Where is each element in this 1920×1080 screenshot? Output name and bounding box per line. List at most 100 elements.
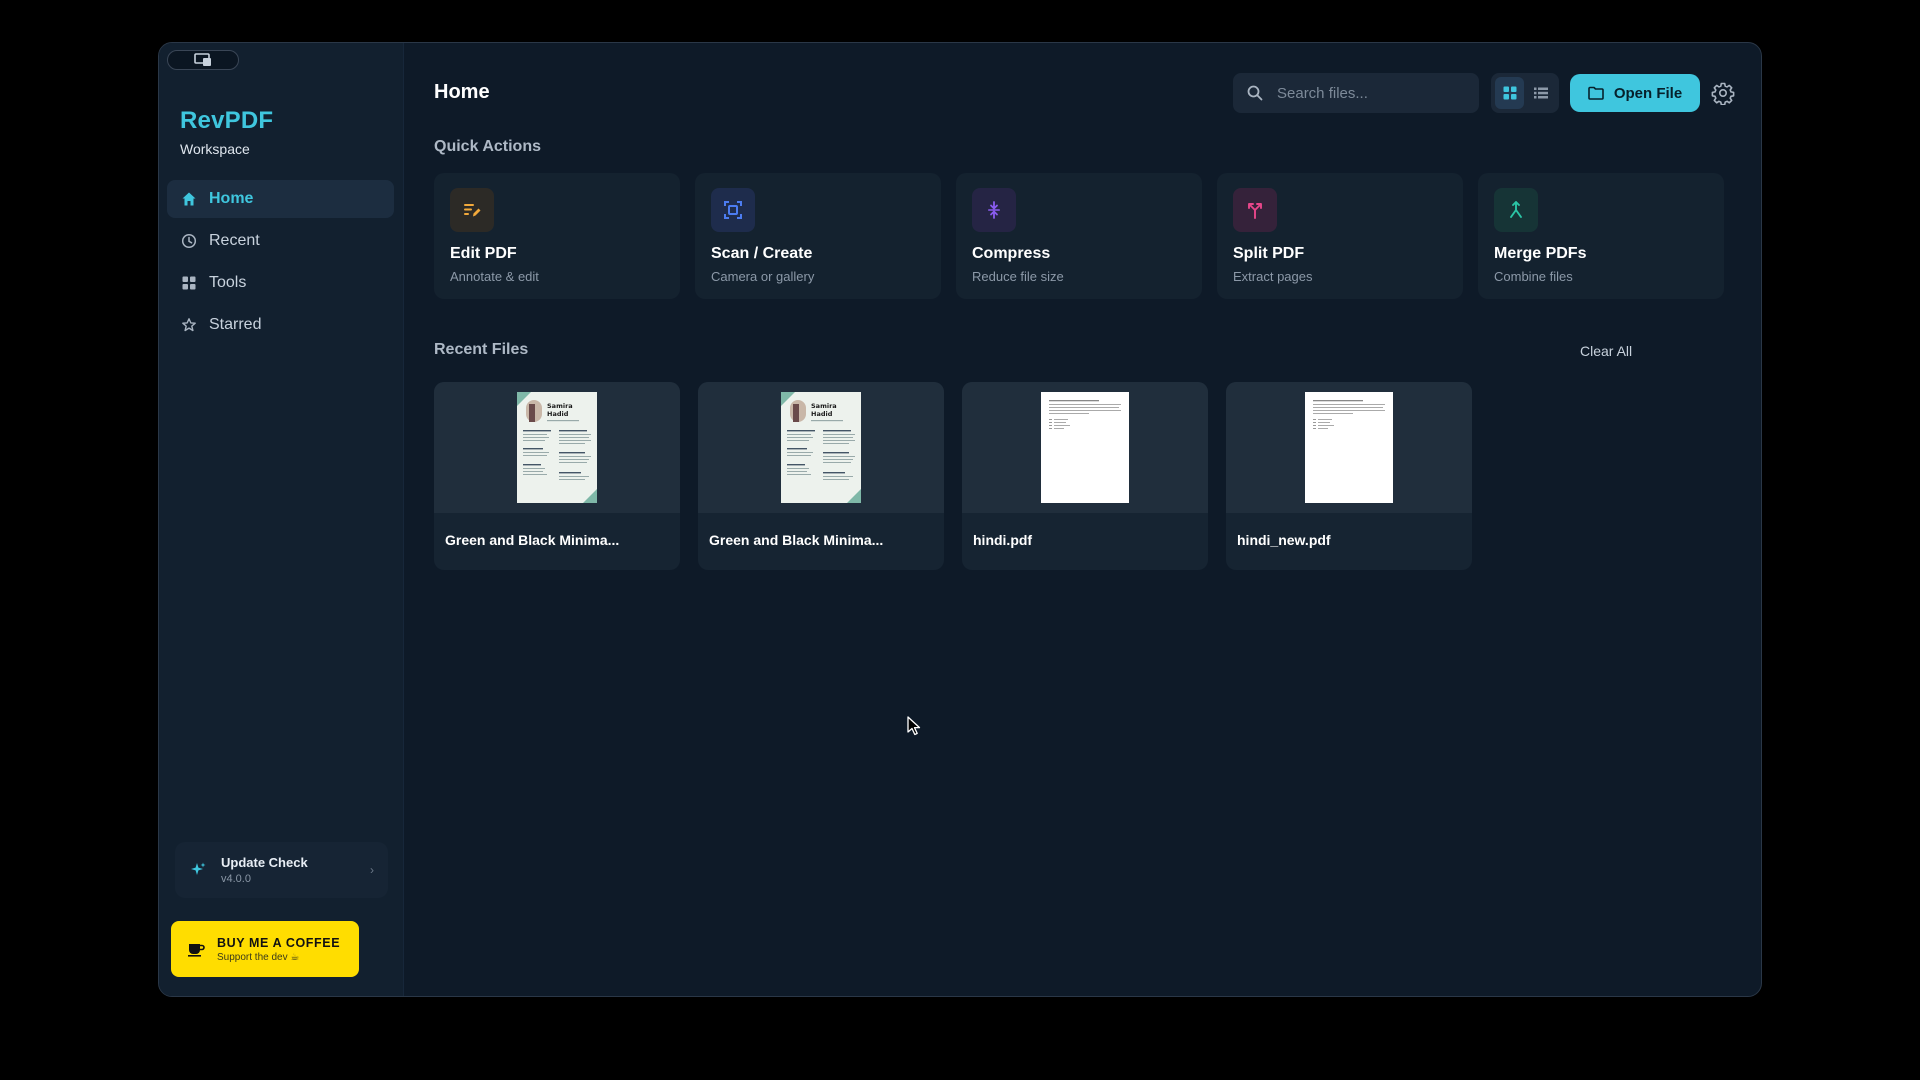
split-icon bbox=[1248, 203, 1262, 219]
document-preview-graphic bbox=[1049, 400, 1121, 429]
sidebar-item-label: Starred bbox=[209, 316, 262, 333]
home-icon bbox=[182, 192, 196, 206]
update-version: v4.0.0 bbox=[221, 873, 251, 885]
quick-action-title: Scan / Create bbox=[711, 245, 813, 262]
chevron-right-icon: › bbox=[370, 863, 374, 877]
main-content: Home Search files... Open File Quick Act… bbox=[404, 43, 1761, 996]
quick-action-edit-pdf[interactable]: Edit PDF Annotate & edit bbox=[434, 173, 680, 299]
resume-first-name: Samira bbox=[811, 402, 837, 410]
update-text: Update Check v4.0.0 bbox=[221, 855, 308, 885]
file-card[interactable]: hindi_new.pdf bbox=[1226, 382, 1472, 570]
file-card[interactable]: Samira Hadid Green and Black Minima... bbox=[434, 382, 680, 570]
resume-preview: Samira Hadid bbox=[517, 392, 597, 503]
sidebar-item-home[interactable]: Home bbox=[167, 180, 394, 218]
file-thumbnail: Samira Hadid bbox=[434, 382, 680, 513]
gear-icon[interactable] bbox=[1711, 81, 1735, 105]
sparkle-icon bbox=[191, 862, 206, 875]
search-input[interactable] bbox=[1277, 84, 1457, 102]
document-preview bbox=[1041, 392, 1129, 503]
update-check-button[interactable]: Update Check v4.0.0 › bbox=[175, 842, 388, 898]
grid-view-icon bbox=[1503, 86, 1516, 100]
grid-icon bbox=[182, 276, 196, 290]
quick-action-icon-box bbox=[1233, 188, 1277, 232]
quick-action-title: Merge PDFs bbox=[1494, 245, 1587, 262]
app-name: RevPDF bbox=[180, 107, 274, 134]
document-preview bbox=[1305, 392, 1393, 503]
quick-action-icon-box bbox=[450, 188, 494, 232]
sidebar-item-label: Home bbox=[209, 190, 254, 207]
quick-action-subtitle: Camera or gallery bbox=[711, 269, 815, 284]
quick-action-icon-box bbox=[1494, 188, 1538, 232]
quick-actions-title: Quick Actions bbox=[434, 138, 541, 155]
file-thumbnail bbox=[962, 382, 1208, 513]
resume-last-name: Hadid bbox=[811, 410, 833, 418]
compress-icon bbox=[988, 201, 1000, 219]
quick-action-subtitle: Extract pages bbox=[1233, 269, 1313, 284]
resume-first-name: Samira bbox=[547, 402, 573, 410]
folder-icon bbox=[1588, 86, 1604, 100]
search-icon bbox=[1247, 85, 1263, 101]
quick-actions: Edit PDF Annotate & edit Scan / Create C… bbox=[434, 173, 1724, 299]
sidebar-item-label: Tools bbox=[209, 274, 247, 291]
recent-files-title: Recent Files bbox=[434, 341, 529, 358]
sidebar-toggle-icon bbox=[194, 53, 211, 66]
file-card[interactable]: hindi.pdf bbox=[962, 382, 1208, 570]
clear-all-button[interactable]: Clear All bbox=[1580, 343, 1632, 359]
workspace-label: Workspace bbox=[180, 141, 250, 157]
resume-preview-graphic: Samira Hadid bbox=[781, 392, 861, 503]
quick-action-title: Split PDF bbox=[1233, 245, 1305, 262]
quick-action-subtitle: Reduce file size bbox=[972, 269, 1064, 284]
list-view-button[interactable] bbox=[1526, 77, 1555, 109]
coffee-text: BUY ME A COFFEE Support the dev ☕ bbox=[217, 936, 340, 963]
page-title: Home bbox=[434, 81, 490, 103]
star-icon bbox=[182, 318, 196, 332]
brand: RevPDF Workspace bbox=[180, 107, 273, 157]
open-file-button[interactable]: Open File bbox=[1570, 74, 1700, 112]
sidebar-nav: Home Recent Tools Starred bbox=[167, 180, 394, 348]
file-name: Green and Black Minima... bbox=[445, 532, 620, 548]
quick-action-title: Edit PDF bbox=[450, 245, 517, 262]
view-toggle bbox=[1491, 73, 1559, 113]
clock-icon bbox=[181, 233, 197, 249]
file-card[interactable]: Samira Hadid Green and Black Minima... bbox=[698, 382, 944, 570]
open-file-label: Open File bbox=[1613, 84, 1683, 102]
sidebar-item-label: Recent bbox=[209, 232, 260, 249]
file-thumbnail: Samira Hadid bbox=[698, 382, 944, 513]
file-name: hindi.pdf bbox=[973, 532, 1033, 548]
grid-view-button[interactable] bbox=[1495, 77, 1524, 109]
sidebar-item-recent[interactable]: Recent bbox=[167, 222, 394, 260]
quick-action-scan-create[interactable]: Scan / Create Camera or gallery bbox=[695, 173, 941, 299]
coffee-cup-icon bbox=[188, 944, 205, 957]
buy-me-a-coffee-button[interactable]: BUY ME A COFFEE Support the dev ☕ bbox=[171, 921, 359, 977]
app-window: RevPDF Workspace Home Recent Tools Starr… bbox=[158, 42, 1762, 997]
edit-icon bbox=[464, 204, 481, 217]
scan-icon bbox=[724, 201, 742, 219]
quick-action-icon-box bbox=[972, 188, 1016, 232]
quick-action-icon-box bbox=[711, 188, 755, 232]
file-thumbnail bbox=[1226, 382, 1472, 513]
quick-action-merge-pdfs[interactable]: Merge PDFs Combine files bbox=[1478, 173, 1724, 299]
document-preview-graphic bbox=[1313, 400, 1385, 429]
quick-action-split-pdf[interactable]: Split PDF Extract pages bbox=[1217, 173, 1463, 299]
coffee-title: BUY ME A COFFEE bbox=[217, 935, 341, 950]
resume-last-name: Hadid bbox=[547, 410, 569, 418]
file-name: hindi_new.pdf bbox=[1237, 532, 1331, 548]
quick-action-subtitle: Annotate & edit bbox=[450, 269, 539, 284]
sidebar: RevPDF Workspace Home Recent Tools Starr… bbox=[159, 43, 404, 996]
merge-icon bbox=[1510, 201, 1522, 218]
quick-action-subtitle: Combine files bbox=[1494, 269, 1573, 284]
resume-preview-graphic: Samira Hadid bbox=[517, 392, 597, 503]
mouse-cursor-icon bbox=[907, 716, 921, 736]
update-title: Update Check bbox=[221, 855, 308, 870]
sidebar-toggle-button[interactable] bbox=[167, 50, 239, 70]
quick-action-compress[interactable]: Compress Reduce file size bbox=[956, 173, 1202, 299]
coffee-subtitle: Support the dev ☕ bbox=[217, 951, 300, 963]
list-view-icon bbox=[1533, 87, 1548, 99]
file-name: Green and Black Minima... bbox=[709, 532, 884, 548]
recent-files-grid: Samira Hadid Green and Black Minima... S… bbox=[434, 382, 1472, 570]
sidebar-item-starred[interactable]: Starred bbox=[167, 306, 394, 344]
search-box[interactable] bbox=[1233, 73, 1479, 113]
sidebar-item-tools[interactable]: Tools bbox=[167, 264, 394, 302]
resume-preview: Samira Hadid bbox=[781, 392, 861, 503]
quick-action-title: Compress bbox=[972, 245, 1051, 262]
